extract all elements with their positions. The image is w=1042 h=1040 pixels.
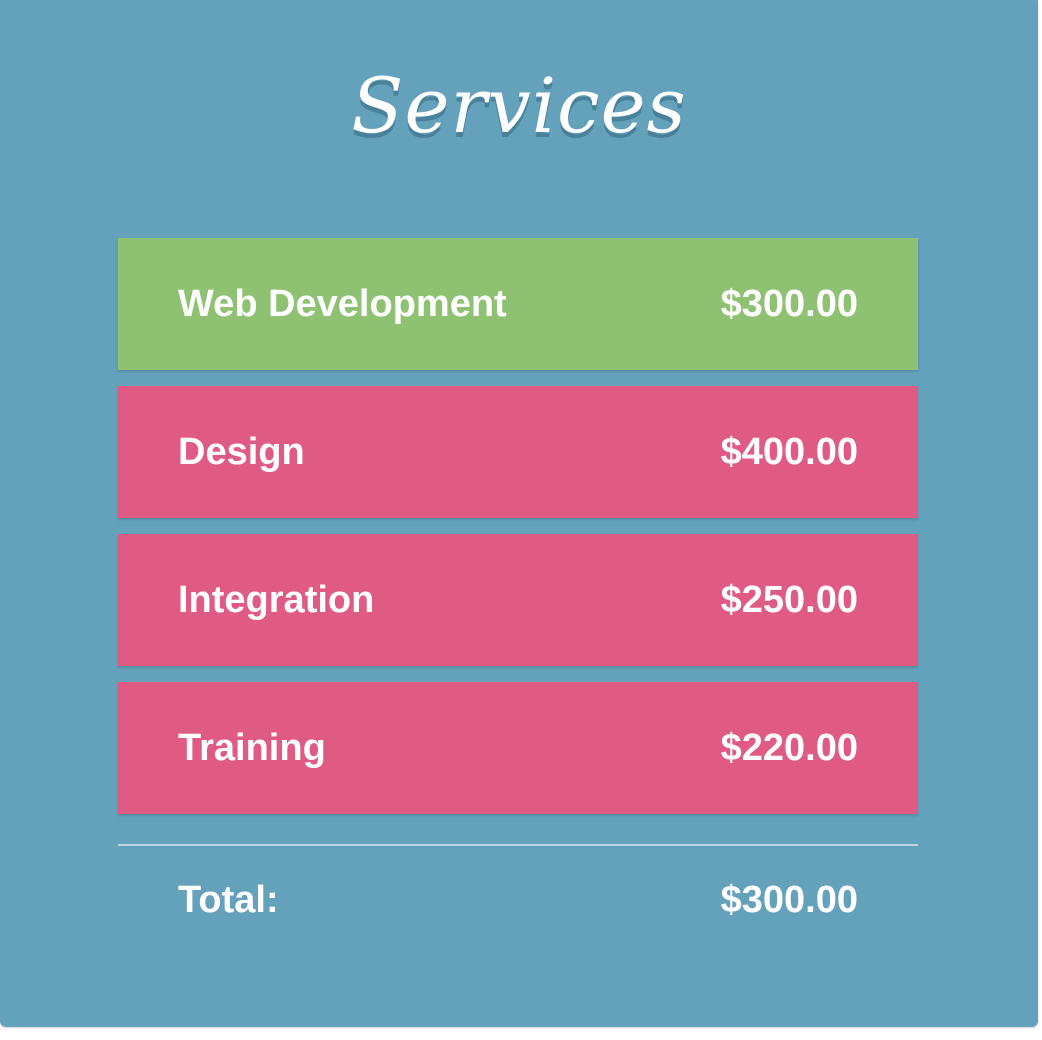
service-item-web-development[interactable]: Web Development $300.00 <box>118 238 918 370</box>
services-list: Web Development $300.00 Design $400.00 I… <box>118 238 918 830</box>
page-title: Services <box>351 61 687 150</box>
service-price: $300.00 <box>720 282 858 325</box>
service-price: $400.00 <box>720 430 858 473</box>
service-name: Training <box>178 726 326 769</box>
service-name: Web Development <box>178 282 507 325</box>
total-row: Total: $300.00 <box>118 870 918 930</box>
total-label: Total: <box>178 878 279 921</box>
service-name: Integration <box>178 578 375 621</box>
service-item-integration[interactable]: Integration $250.00 <box>118 534 918 666</box>
service-item-training[interactable]: Training $220.00 <box>118 682 918 814</box>
service-price: $250.00 <box>720 578 858 621</box>
divider <box>118 844 918 846</box>
services-panel: Services Web Development $300.00 Design … <box>0 0 1038 1027</box>
service-price: $220.00 <box>720 726 858 769</box>
total-value: $300.00 <box>720 878 858 921</box>
service-item-design[interactable]: Design $400.00 <box>118 386 918 518</box>
service-name: Design <box>178 430 305 473</box>
